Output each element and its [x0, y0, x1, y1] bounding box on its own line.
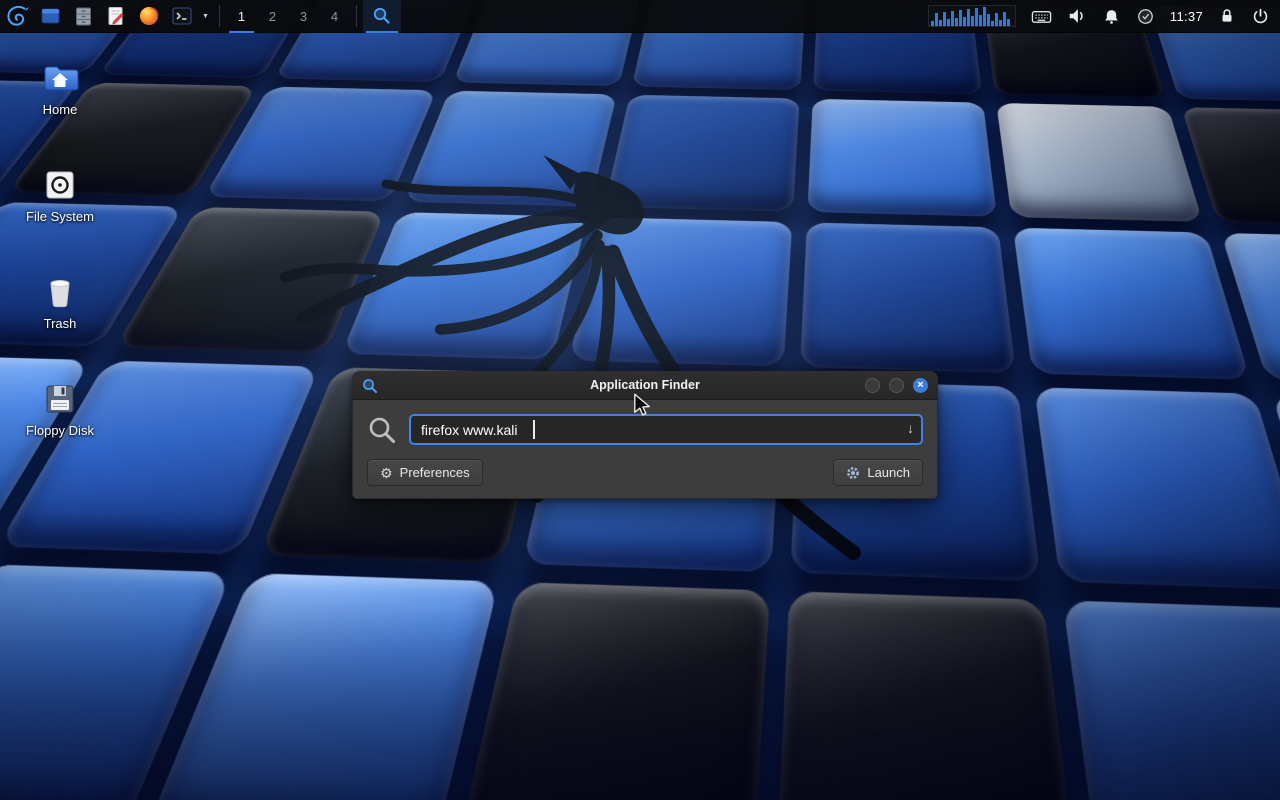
cpu-bar [991, 21, 994, 26]
desktop-icon-label: File System [26, 209, 94, 224]
clock[interactable]: 11:37 [1170, 9, 1203, 24]
application-finder-icon [372, 6, 392, 26]
desktop-icon-file-system[interactable]: File System [5, 165, 115, 224]
cpu-bar [983, 7, 986, 26]
cpu-bar [1007, 19, 1010, 26]
chevron-down-icon: ▼ [202, 13, 209, 20]
keyboard-icon [1031, 6, 1052, 27]
panel-separator [219, 5, 220, 27]
keyboard-layout-icon[interactable] [1031, 0, 1052, 33]
desktop-icon-label: Trash [44, 316, 77, 331]
desktop-icon-label: Home [43, 102, 78, 117]
terminal-icon [171, 5, 193, 27]
workspace-4-button[interactable]: 4 [319, 0, 350, 33]
bell-icon [1102, 7, 1121, 26]
preferences-button[interactable]: ⚙ Preferences [367, 459, 483, 486]
power-icon [1251, 7, 1270, 26]
floppy-disk-icon [40, 379, 80, 419]
cpu-bar [963, 17, 966, 26]
launch-button[interactable]: Launch [833, 459, 923, 486]
mouse-cursor [632, 393, 652, 417]
cpu-bar [979, 15, 982, 26]
cpu-bar [959, 10, 962, 26]
system-tray: 11:37 [928, 0, 1280, 33]
volume-icon[interactable] [1067, 0, 1087, 33]
terminal-launcher[interactable] [165, 0, 198, 33]
input-dropdown-arrow[interactable]: ↓ [907, 420, 914, 436]
search-input[interactable] [409, 414, 923, 445]
cpu-bar [967, 9, 970, 26]
kali-menu-button[interactable] [0, 0, 33, 33]
wallpaper-cube [1035, 388, 1280, 590]
terminal-dropdown-arrow[interactable]: ▼ [198, 0, 213, 33]
speaker-icon [1067, 6, 1087, 26]
lock-icon [1218, 7, 1236, 25]
cpu-bar [995, 13, 998, 26]
search-icon [367, 415, 397, 445]
minimize-button[interactable] [865, 378, 880, 393]
cpu-graph-widget[interactable] [928, 5, 1016, 27]
app-finder-window-icon [362, 378, 378, 399]
cpu-bar [947, 19, 950, 26]
cpu-bar [939, 20, 942, 26]
desktop-icon-label: Floppy Disk [26, 423, 94, 438]
wallpaper-cube [1013, 228, 1251, 380]
file-manager-launcher[interactable] [33, 0, 66, 33]
workspace-3-button[interactable]: 3 [288, 0, 319, 33]
screen: Home File System Trash Floppy Disk [0, 0, 1280, 800]
wallpaper-cube [997, 103, 1204, 222]
lock-screen-icon[interactable] [1218, 0, 1236, 33]
text-editor-launcher[interactable] [99, 0, 132, 33]
workspace-1-button[interactable]: 1 [226, 0, 257, 33]
logout-power-icon[interactable] [1251, 0, 1270, 33]
gear-icon: ⚙ [380, 466, 393, 480]
file-cabinet-launcher[interactable] [66, 0, 99, 33]
panel-separator [356, 5, 357, 27]
application-finder-window: Application Finder × ↓ [352, 371, 938, 499]
cpu-bar [975, 8, 978, 26]
maximize-button[interactable] [889, 378, 904, 393]
firefox-icon [138, 5, 160, 27]
text-editor-icon [105, 5, 127, 27]
file-cabinet-icon [72, 5, 94, 27]
cpu-bar [971, 16, 974, 26]
cpu-bar [999, 20, 1002, 26]
launch-icon [846, 466, 860, 480]
kali-dragon-logo-art [250, 112, 910, 582]
cpu-bar [931, 21, 934, 26]
cpu-bar [955, 18, 958, 26]
wallpaper-cube [776, 591, 1075, 800]
desktop-icon-home[interactable]: Home [5, 58, 115, 117]
desktop-icon-floppy-disk[interactable]: Floppy Disk [5, 379, 115, 438]
trash-bin-icon [40, 272, 80, 312]
hard-disk-icon [40, 165, 80, 205]
close-button[interactable]: × [913, 378, 928, 393]
notifications-bell-icon[interactable] [1102, 0, 1121, 33]
top-panel: ▼ 1 2 3 4 [0, 0, 1280, 33]
kali-logo-icon [4, 3, 30, 29]
status-circle-icon[interactable] [1136, 0, 1155, 33]
file-manager-icon [39, 5, 61, 27]
firefox-launcher[interactable] [132, 0, 165, 33]
status-indicator-icon [1136, 7, 1155, 26]
cpu-bar [943, 12, 946, 26]
workspace-2-button[interactable]: 2 [257, 0, 288, 33]
cpu-bar [951, 11, 954, 26]
close-icon: × [917, 380, 923, 391]
home-folder-icon [40, 58, 80, 98]
wallpaper-cube [1063, 600, 1280, 800]
cpu-bar [935, 13, 938, 26]
cpu-bar [987, 14, 990, 26]
window-title: Application Finder [352, 378, 938, 392]
wallpaper-cube [459, 582, 770, 800]
cpu-bar [1003, 12, 1006, 26]
taskbar-application-finder[interactable] [363, 0, 401, 33]
text-caret [533, 420, 535, 439]
desktop-icon-trash[interactable]: Trash [5, 272, 115, 331]
